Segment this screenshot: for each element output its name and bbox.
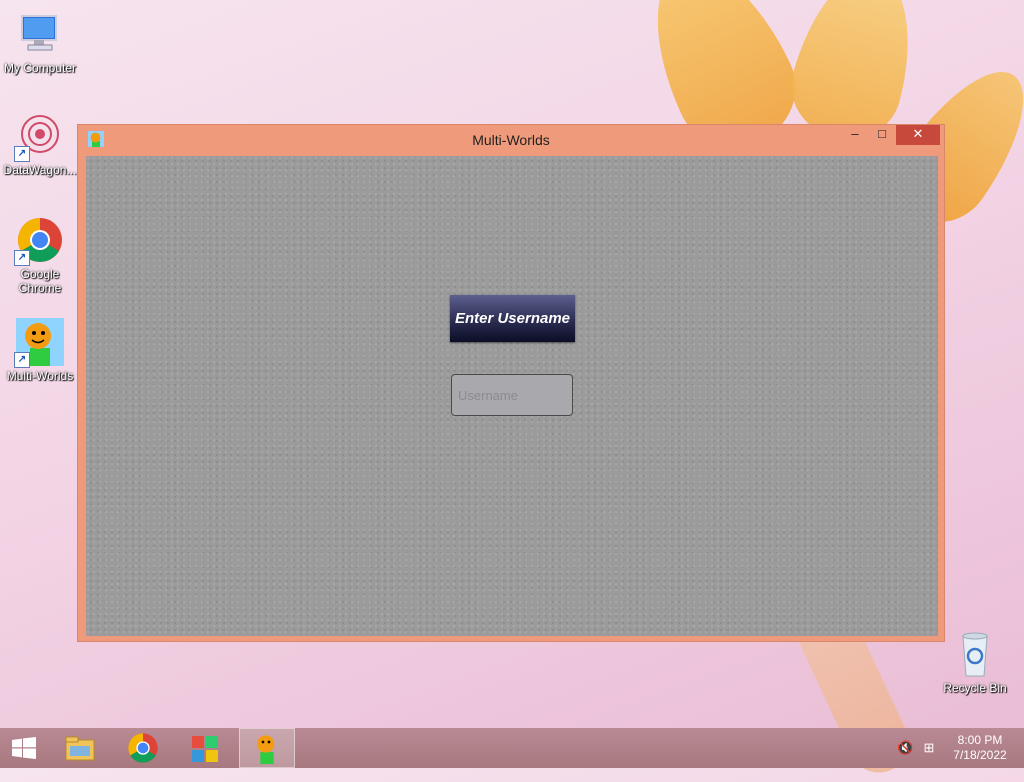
taskbar-clock[interactable]: 8:00 PM 7/18/2022: [950, 733, 1010, 763]
chrome-icon: [128, 733, 158, 763]
minimize-icon: ‒: [851, 126, 859, 141]
maximize-icon: □: [878, 126, 886, 141]
folder-icon: [65, 736, 95, 761]
volume-muted-icon[interactable]: 🔇: [897, 740, 913, 756]
username-input[interactable]: [451, 374, 573, 416]
taskbar-multi-worlds[interactable]: [239, 728, 295, 768]
taskbar-file-explorer[interactable]: [52, 728, 108, 768]
shortcut-arrow-icon: ↗: [14, 352, 30, 368]
start-button[interactable]: [0, 728, 48, 768]
desktop-icon-label: DataWagon...: [3, 163, 77, 177]
app-tool-icon: [192, 736, 218, 762]
shortcut-arrow-icon: ↗: [14, 146, 30, 162]
datawagon-icon: ↗: [14, 112, 64, 162]
windows-logo-icon: [12, 737, 36, 759]
shortcut-arrow-icon: ↗: [14, 250, 30, 266]
close-button[interactable]: ✕: [896, 125, 940, 145]
recycle-bin-icon: [951, 630, 999, 678]
network-icon[interactable]: ⊞: [921, 740, 937, 756]
taskbar: 🔇 ⊞ 8:00 PM 7/18/2022: [0, 728, 1024, 768]
desktop-icon-multi-worlds[interactable]: ↗ Multi-Worlds: [0, 318, 80, 383]
clock-time: 8:00 PM: [957, 733, 1003, 747]
window-content: Enter Username: [86, 156, 938, 636]
app-window: Multi-Worlds ‒ □ ✕ Enter Username: [77, 124, 945, 642]
chrome-icon: ↗: [14, 216, 64, 266]
enter-username-heading: Enter Username: [450, 295, 575, 342]
close-icon: ✕: [912, 126, 924, 141]
desktop-icon-label: Google Chrome: [18, 267, 62, 295]
multi-worlds-icon: ↗: [14, 318, 64, 368]
clock-date: 7/18/2022: [953, 748, 1007, 762]
desktop-icon-label: Multi-Worlds: [6, 369, 74, 383]
desktop-icon-datawagon[interactable]: ↗ DataWagon...: [0, 112, 80, 177]
minimize-button[interactable]: ‒: [843, 125, 867, 145]
taskbar-chrome[interactable]: [115, 728, 171, 768]
multi-worlds-icon: [257, 735, 275, 764]
window-titlebar[interactable]: Multi-Worlds ‒ □ ✕: [78, 125, 944, 155]
desktop-icon-google-chrome[interactable]: ↗ Google Chrome: [0, 216, 80, 295]
taskbar-app[interactable]: [177, 728, 233, 768]
desktop-icon-recycle-bin[interactable]: Recycle Bin: [935, 630, 1015, 695]
computer-icon: [16, 10, 64, 58]
desktop-icon-my-computer[interactable]: My Computer: [0, 10, 80, 75]
maximize-button[interactable]: □: [870, 125, 894, 145]
desktop-icon-label: My Computer: [3, 61, 77, 75]
desktop-icon-label: Recycle Bin: [943, 681, 1007, 695]
window-title: Multi-Worlds: [472, 132, 550, 148]
